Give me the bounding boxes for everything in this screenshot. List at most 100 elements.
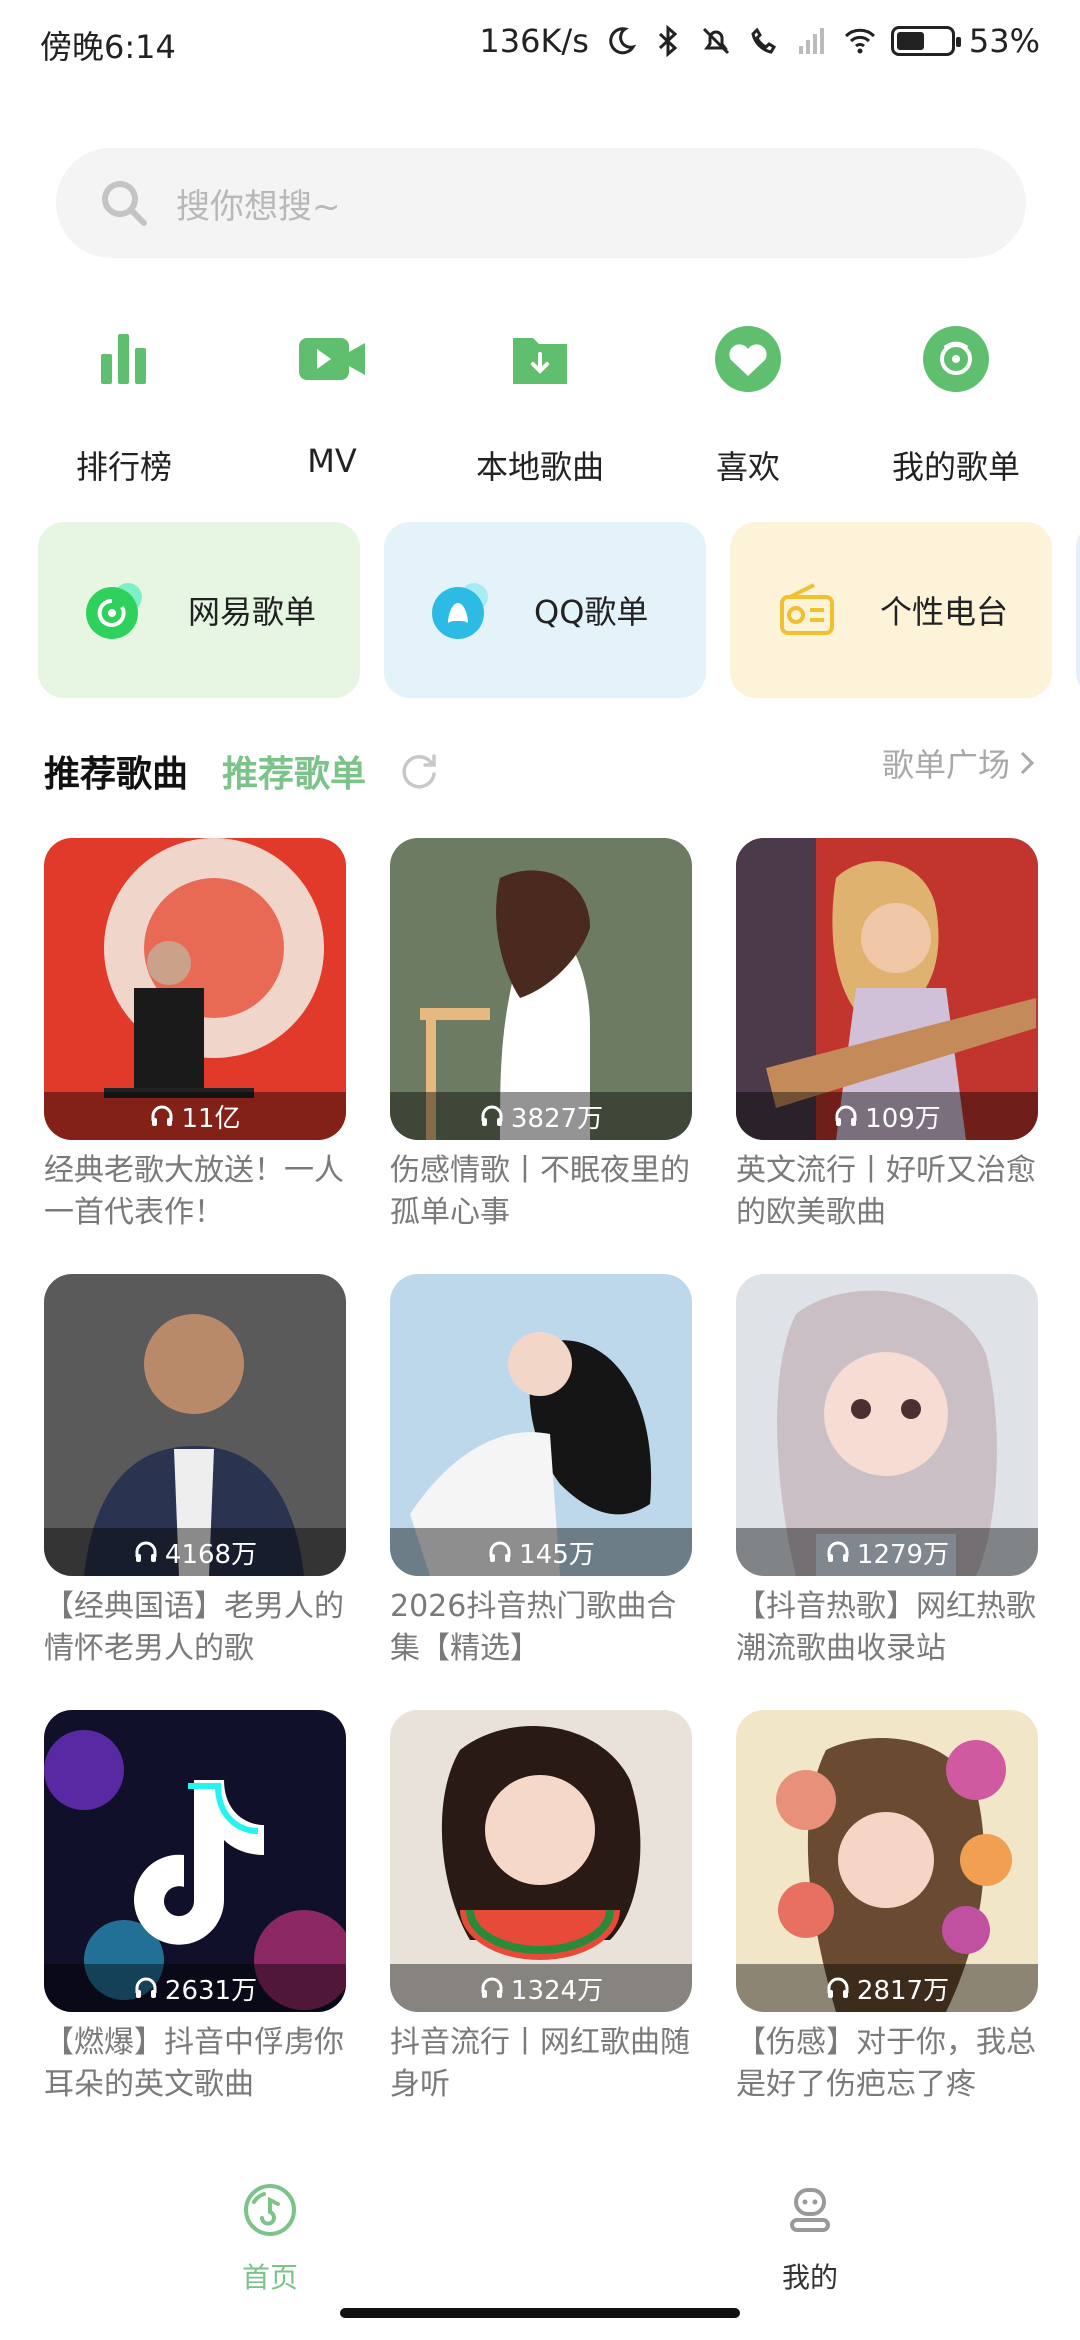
headphones-icon <box>481 1977 503 1998</box>
quick-item-favorites[interactable]: 喜欢 <box>653 320 843 488</box>
playlist-title: 经典老歌大放送！一人一首代表作！ <box>44 1153 344 1230</box>
headphones-icon <box>481 1105 503 1126</box>
play-count-text: 145万 <box>519 1539 595 1570</box>
playlist-card[interactable]: 3827万 伤感情歌丨不眠夜里的孤单心事 <box>390 838 692 1234</box>
play-count-text: 11亿 <box>181 1103 241 1134</box>
playlist-cover: 2631万 <box>44 1710 346 2012</box>
moon-icon <box>609 27 637 55</box>
playlist-card[interactable]: 1279万 【抖音热歌】网红热歌潮流歌曲收录站 <box>736 1274 1038 1670</box>
wifi-icon <box>844 28 875 54</box>
netease-playlist-card[interactable]: 网易歌单 <box>38 522 360 698</box>
headphones-icon <box>835 1105 857 1126</box>
playlist-card[interactable]: 1324万 抖音流行丨网红歌曲随身听 <box>390 1710 692 2106</box>
headphones-icon <box>489 1541 511 1562</box>
play-count: 2817万 <box>736 1964 1038 2012</box>
bar-chart-icon <box>101 334 146 384</box>
play-count-text: 1324万 <box>510 1975 604 2006</box>
quick-item-ranking[interactable]: 排行榜 <box>29 320 219 488</box>
home-indicator[interactable] <box>340 2308 740 2318</box>
search-icon <box>102 181 147 226</box>
quick-label: MV <box>307 442 357 480</box>
play-count: 11亿 <box>44 1092 346 1140</box>
bottom-navigation: 首页 我的 <box>0 2160 1080 2300</box>
source-label: 个性电台 <box>880 593 1009 631</box>
source-cards: 网易歌单 QQ歌单 个性电台 <box>38 522 1080 698</box>
search-placeholder: 搜你想搜~ <box>176 186 341 227</box>
tab-recommended-playlists[interactable]: 推荐歌单 <box>222 745 366 797</box>
playlist-title: 【抖音热歌】网红热歌潮流歌曲收录站 <box>736 1589 1036 1666</box>
play-count: 1324万 <box>390 1964 692 2012</box>
playlist-plaza-link[interactable]: 歌单广场 <box>882 740 1036 786</box>
quick-label: 我的歌单 <box>891 448 1020 486</box>
download-folder-icon <box>513 338 567 384</box>
play-count-text: 1279万 <box>856 1539 950 1570</box>
play-count: 4168万 <box>44 1528 346 1576</box>
battery-icon <box>890 26 961 56</box>
network-speed: 136K/s <box>479 22 589 60</box>
playlist-title: 英文流行丨好听又治愈的欧美歌曲 <box>736 1153 1036 1230</box>
status-time: 傍晚6:14 <box>40 28 176 66</box>
playlist-card[interactable]: 2631万 【燃爆】抖音中俘虏你耳朵的英文歌曲 <box>44 1710 346 2106</box>
playlist-title: 【燃爆】抖音中俘虏你耳朵的英文歌曲 <box>44 2025 344 2102</box>
headphones-icon <box>135 1977 157 1998</box>
play-count: 145万 <box>390 1528 692 1576</box>
play-count-text: 3827万 <box>510 1103 604 1134</box>
play-count: 109万 <box>736 1092 1038 1140</box>
heart-icon <box>715 326 781 392</box>
playlist-title: 伤感情歌丨不眠夜里的孤单心事 <box>390 1153 690 1230</box>
play-count-text: 2631万 <box>164 1975 258 2006</box>
playlist-cover: 1279万 <box>736 1274 1038 1576</box>
playlist-card[interactable]: 2817万 【伤感】对于你，我总是好了伤疤忘了疼 <box>736 1710 1038 2106</box>
nav-label: 首页 <box>241 2261 298 2294</box>
playlist-card[interactable]: 145万 2026抖音热门歌曲合集【精选】 <box>390 1274 692 1670</box>
headphones-icon <box>827 1977 849 1998</box>
plaza-label: 歌单广场 <box>881 746 1010 784</box>
tab-recommended-songs[interactable]: 推荐歌曲 <box>44 745 188 797</box>
headphones-icon <box>135 1541 157 1562</box>
search-input[interactable]: 搜你想搜~ <box>56 148 1026 258</box>
playlist-cover: 11亿 <box>44 838 346 1140</box>
home-music-icon <box>244 2184 296 2236</box>
mute-bell-icon <box>702 27 729 55</box>
more-source-card[interactable] <box>1076 522 1080 698</box>
playlist-card[interactable]: 109万 英文流行丨好听又治愈的欧美歌曲 <box>736 838 1038 1234</box>
playlist-cover: 145万 <box>390 1274 692 1576</box>
quick-label: 本地歌曲 <box>475 448 604 486</box>
playlist-card[interactable]: 11亿 经典老歌大放送！一人一首代表作！ <box>44 838 346 1234</box>
refresh-icon[interactable] <box>398 750 440 792</box>
nav-label: 我的 <box>781 2261 838 2294</box>
profile-icon <box>790 2188 830 2232</box>
qq-playlist-card[interactable]: QQ歌单 <box>384 522 706 698</box>
playlist-cover: 2817万 <box>736 1710 1038 2012</box>
status-icons: 136K/s 53% <box>479 22 1040 60</box>
radio-icon <box>780 583 834 635</box>
video-icon <box>299 338 365 380</box>
playlist-cover: 4168万 <box>44 1274 346 1576</box>
chevron-right-icon <box>1020 751 1035 775</box>
play-count: 1279万 <box>736 1528 1038 1576</box>
radio-card[interactable]: 个性电台 <box>730 522 1052 698</box>
headphones-icon <box>151 1105 173 1126</box>
quick-entries: 排行榜 MV 本地歌曲 喜欢 我的歌单 <box>0 320 1080 488</box>
playlist-cover: 3827万 <box>390 838 692 1140</box>
playlist-title: 2026抖音热门歌曲合集【精选】 <box>390 1589 677 1666</box>
nav-home[interactable]: 首页 <box>190 2180 350 2296</box>
nav-mine[interactable]: 我的 <box>730 2180 890 2296</box>
playlist-cover: 109万 <box>736 838 1038 1140</box>
playlist-cover: 1324万 <box>390 1710 692 2012</box>
quick-item-mv[interactable]: MV <box>237 320 427 488</box>
quick-item-my-playlists[interactable]: 我的歌单 <box>861 320 1051 488</box>
battery-percent: 53% <box>968 22 1040 60</box>
play-count: 3827万 <box>390 1092 692 1140</box>
bluetooth-icon <box>658 24 678 58</box>
playlist-title: 【伤感】对于你，我总是好了伤疤忘了疼 <box>736 2025 1036 2102</box>
status-bar: 傍晚6:14 136K/s 53% <box>0 0 1080 90</box>
playlist-card[interactable]: 4168万 【经典国语】老男人的情怀老男人的歌 <box>44 1274 346 1670</box>
quick-item-local-songs[interactable]: 本地歌曲 <box>445 320 635 488</box>
netease-icon <box>86 583 142 639</box>
qq-icon <box>432 583 488 639</box>
disc-icon <box>923 326 989 392</box>
source-label: 网易歌单 <box>188 593 317 631</box>
play-count-text: 4168万 <box>164 1539 258 1570</box>
signal-icon <box>798 28 824 54</box>
